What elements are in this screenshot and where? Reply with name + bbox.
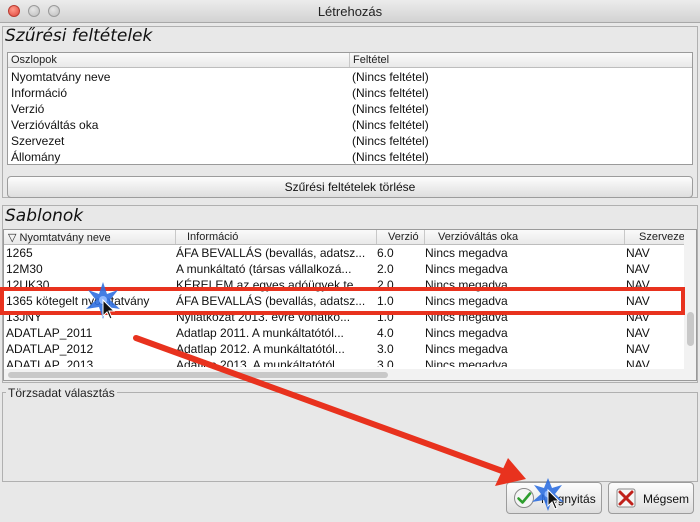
filter-section-title: Szűrési feltételek [5,26,153,46]
templates-table: ▽ Nyomtatvány neve Információ Verzió Ver… [3,229,697,381]
templates-section-title: Sablonok [5,206,84,226]
filter-row-condition[interactable]: (Nincs feltétel) [352,86,429,100]
filter-row-column: Szervezet [11,134,65,148]
open-button[interactable]: Megnyitás [506,482,602,514]
row-version: 6.0 [377,246,394,260]
table-row[interactable]: 12UK30 KÉRELEM az egyes adóügyek te... 2… [4,278,684,293]
row-org: NAV [626,326,650,340]
row-reason: Nincs megadva [425,358,508,367]
column-header-info[interactable]: Információ [184,231,377,243]
row-info: Adatlap 2013. A munkáltatótól... [176,358,345,367]
row-reason: Nincs megadva [425,310,508,324]
row-info: KÉRELEM az egyes adóügyek te... [176,278,364,292]
row-reason: Nincs megadva [425,294,508,308]
row-form-name: 13JNY [6,310,43,324]
row-version: 2.0 [377,278,394,292]
row-form-name: 12UK30 [6,278,50,292]
row-reason: Nincs megadva [425,278,508,292]
row-info: A munkáltató (társas vállalkozá... [176,262,352,276]
row-reason: Nincs megadva [425,326,508,340]
cancel-button[interactable]: Mégsem [608,482,694,514]
row-org: NAV [626,358,650,367]
row-form-name: ADATLAP_2013 [6,358,94,367]
filter-table: Oszlopok Feltétel Nyomtatvány neve (Ninc… [7,52,693,165]
row-info: Adatlap 2011. A munkáltatótól... [176,326,344,340]
open-button-label: Megnyitás [541,492,596,506]
filter-row-column: Állomány [11,150,61,164]
row-org: NAV [626,246,650,260]
row-version: 3.0 [377,342,394,356]
window-titlebar: Létrehozás [0,0,700,23]
filter-row-column: Információ [11,86,68,100]
column-divider[interactable] [376,230,377,244]
column-divider[interactable] [424,230,425,244]
filter-column-header-condition[interactable]: Feltétel [350,54,693,66]
filter-row-column: Verzióváltás oka [11,118,99,132]
row-reason: Nincs megadva [425,342,508,356]
sort-descending-icon: ▽ [8,232,17,244]
filter-table-header: Oszlopok Feltétel [8,53,692,68]
templates-table-header: ▽ Nyomtatvány neve Információ Verzió Ver… [4,230,687,245]
filter-row-condition[interactable]: (Nincs feltétel) [352,102,429,116]
row-info: ÁFA BEVALLÁS (bevallás, adatsz... [176,294,366,308]
row-info: Nyilatkozat 2013. évre vonatko... [176,310,351,324]
row-reason: Nincs megadva [425,262,508,276]
row-form-name: ADATLAP_2011 [6,326,93,340]
filter-row-column: Nyomtatvány neve [11,70,111,84]
table-row[interactable]: ADATLAP_2011 Adatlap 2011. A munkáltatót… [4,326,684,341]
row-org: NAV [626,342,650,356]
row-info: ÁFA BEVALLÁS (bevallás, adatsz... [176,246,366,260]
row-version: 1.0 [377,294,394,308]
master-data-section [2,392,698,482]
window-title: Létrehozás [317,4,383,19]
column-header-form-name[interactable]: ▽ Nyomtatvány neve [5,231,176,244]
filter-row-condition[interactable]: (Nincs feltétel) [352,118,429,132]
table-row[interactable]: 1265 ÁFA BEVALLÁS (bevallás, adatsz... 6… [4,246,684,261]
horizontal-scroll-thumb[interactable] [8,372,388,378]
row-org: NAV [626,294,650,308]
row-org: NAV [626,310,650,324]
vertical-scroll-thumb[interactable] [687,312,694,346]
filter-row-condition[interactable]: (Nincs feltétel) [352,134,429,148]
filter-column-header-columns[interactable]: Oszlopok [8,54,351,66]
table-row-selected[interactable]: 1365 kötegelt nyomtatvány ÁFA BEVALLÁS (… [4,294,684,309]
filter-row-column: Verzió [11,102,45,116]
row-org: NAV [626,278,650,292]
cross-icon [616,488,636,508]
table-row[interactable]: ADATLAP_2013 Adatlap 2013. A munkáltatót… [4,358,684,367]
check-icon [514,488,534,508]
cancel-button-label: Mégsem [643,492,690,506]
column-header-label: Nyomtatvány neve [19,232,111,244]
row-version: 2.0 [377,262,394,276]
row-form-name: 12M30 [6,262,43,276]
table-row[interactable]: 13JNY Nyilatkozat 2013. évre vonatko... … [4,310,684,325]
row-form-name: 1365 kötegelt nyomtatvány [6,294,150,308]
row-form-name: 1265 [6,246,33,260]
filter-row-condition[interactable]: (Nincs feltétel) [352,70,429,84]
column-header-version[interactable]: Verzió [385,231,426,243]
row-reason: Nincs megadva [425,246,508,260]
column-divider[interactable] [624,230,625,244]
row-version: 4.0 [377,326,394,340]
column-divider[interactable] [175,230,176,244]
vertical-scrollbar[interactable] [684,230,696,380]
row-version: 1.0 [377,310,394,324]
clear-filters-button[interactable]: Szűrési feltételek törlése [7,176,693,198]
row-org: NAV [626,262,650,276]
row-version: 3.0 [377,358,394,367]
column-header-reason[interactable]: Verzióváltás oka [435,231,618,243]
horizontal-scrollbar[interactable] [4,369,684,380]
row-info: Adatlap 2012. A munkáltatótól... [176,342,345,356]
row-form-name: ADATLAP_2012 [6,342,94,356]
master-data-title: Törzsadat választás [6,386,117,400]
column-header-org[interactable]: Szervezet [636,231,687,243]
table-row[interactable]: ADATLAP_2012 Adatlap 2012. A munkáltatót… [4,342,684,357]
filter-row-condition[interactable]: (Nincs feltétel) [352,150,429,164]
table-row[interactable]: 12M30 A munkáltató (társas vállalkozá...… [4,262,684,277]
